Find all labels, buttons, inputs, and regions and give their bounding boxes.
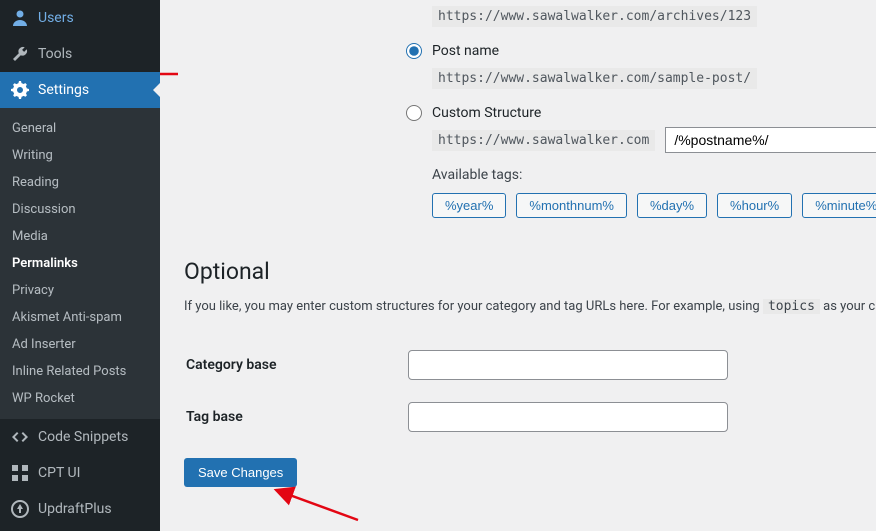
cptui-icon (10, 463, 30, 483)
custom-label: Custom Structure (432, 105, 541, 121)
tag-base-label: Tag base (186, 392, 406, 442)
permalink-option-custom[interactable]: Custom Structure (406, 105, 876, 121)
submenu-privacy[interactable]: Privacy (0, 277, 160, 304)
postname-url-example: https://www.sawalwalker.com/sample-post/ (432, 68, 757, 89)
submenu-akismet[interactable]: Akismet Anti-spam (0, 304, 160, 331)
numeric-url-example: https://www.sawalwalker.com/archives/123 (432, 6, 757, 27)
submenu-wp-rocket[interactable]: WP Rocket (0, 385, 160, 412)
optional-title: Optional (184, 258, 876, 285)
annotation-arrow-settings (160, 62, 180, 86)
tag-day[interactable]: %day% (637, 193, 707, 218)
admin-sidebar: Users Tools Settings General Writing Rea… (0, 0, 160, 531)
category-base-label: Category base (186, 340, 406, 390)
tag-monthnum[interactable]: %monthnum% (516, 193, 627, 218)
tools-icon (10, 44, 30, 64)
available-tags-row: %year% %monthnum% %day% %hour% %minute% … (432, 193, 876, 218)
submenu-inline-related[interactable]: Inline Related Posts (0, 358, 160, 385)
submenu-general[interactable]: General (0, 115, 160, 142)
custom-radio[interactable] (406, 105, 422, 121)
settings-submenu: General Writing Reading Discussion Media… (0, 108, 160, 419)
save-changes-button[interactable]: Save Changes (184, 458, 297, 487)
sidebar-item-label: Code Snippets (38, 429, 128, 445)
custom-structure-input[interactable] (665, 127, 876, 153)
available-tags-label: Available tags: (432, 167, 876, 183)
submenu-media[interactable]: Media (0, 223, 160, 250)
custom-base-url: https://www.sawalwalker.com (432, 130, 655, 151)
postname-radio[interactable] (406, 43, 422, 59)
topics-code: topics (763, 299, 820, 314)
sidebar-item-settings[interactable]: Settings (0, 72, 160, 108)
tag-hour[interactable]: %hour% (717, 193, 792, 218)
sidebar-item-updraftplus[interactable]: UpdraftPlus (0, 491, 160, 527)
settings-icon (10, 80, 30, 100)
submenu-discussion[interactable]: Discussion (0, 196, 160, 223)
main-content: https://www.sawalwalker.com/archives/123… (160, 0, 876, 531)
postname-label: Post name (432, 43, 499, 59)
sidebar-item-label: Tools (38, 46, 72, 62)
sidebar-item-label: UpdraftPlus (38, 501, 112, 517)
tag-minute[interactable]: %minute% (802, 193, 876, 218)
tag-base-input[interactable] (408, 402, 728, 432)
users-icon (10, 8, 30, 28)
tag-year[interactable]: %year% (432, 193, 506, 218)
sidebar-item-label: CPT UI (38, 465, 80, 481)
annotation-arrow-save (270, 484, 360, 524)
sidebar-item-label: Users (38, 10, 74, 26)
category-base-input[interactable] (408, 350, 728, 380)
submenu-writing[interactable]: Writing (0, 142, 160, 169)
optional-description: If you like, you may enter custom struct… (184, 299, 876, 314)
submenu-reading[interactable]: Reading (0, 169, 160, 196)
sidebar-item-users[interactable]: Users (0, 0, 160, 36)
sidebar-item-cpt-ui[interactable]: CPT UI (0, 455, 160, 491)
updraft-icon (10, 499, 30, 519)
sidebar-item-label: Settings (38, 82, 89, 98)
submenu-permalinks[interactable]: Permalinks (0, 250, 160, 277)
code-snippets-icon (10, 427, 30, 447)
submenu-ad-inserter[interactable]: Ad Inserter (0, 331, 160, 358)
permalink-option-postname[interactable]: Post name (406, 43, 876, 59)
sidebar-item-tools[interactable]: Tools (0, 36, 160, 72)
sidebar-item-code-snippets[interactable]: Code Snippets (0, 419, 160, 455)
